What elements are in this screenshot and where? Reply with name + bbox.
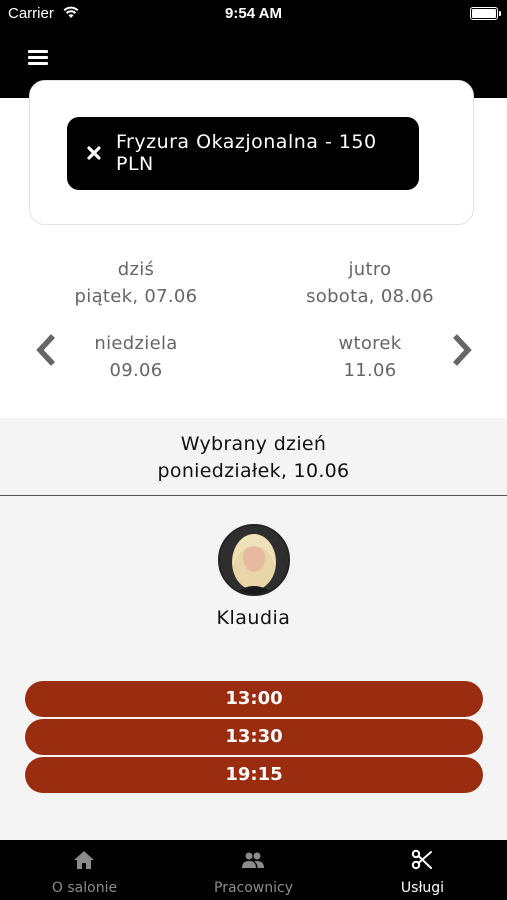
time-slot-button[interactable]: 19:15 <box>25 757 483 793</box>
day-date: sobota, 08.06 <box>306 286 434 307</box>
service-chip: Fryzura Okazjonalna - 150 PLN <box>67 117 419 190</box>
day-name: niedziela <box>94 333 178 354</box>
day-option-today[interactable]: dziś piątek, 07.06 <box>56 256 216 310</box>
day-name: wtorek <box>338 333 402 354</box>
avatar[interactable] <box>218 524 290 596</box>
tab-services[interactable]: Usługi <box>338 840 507 900</box>
clock: 9:54 AM <box>225 5 282 22</box>
menu-icon[interactable] <box>28 50 48 66</box>
tab-label: Pracownicy <box>214 880 293 896</box>
tab-label: O salonie <box>51 880 118 896</box>
remove-service-icon[interactable] <box>85 144 103 162</box>
selected-day-header: Wybrany dzień poniedziałek, 10.06 <box>0 418 507 496</box>
day-date: 09.06 <box>109 360 163 381</box>
battery-icon <box>470 7 501 20</box>
day-option-sunday[interactable]: niedziela 09.06 <box>56 330 216 384</box>
people-icon <box>242 852 264 868</box>
day-option-tomorrow[interactable]: jutro sobota, 08.06 <box>290 256 450 310</box>
staff-photo <box>220 526 288 594</box>
day-option-tuesday[interactable]: wtorek 11.06 <box>290 330 450 384</box>
tab-bar: O salonie Pracownicy Usługi <box>0 840 507 900</box>
time-slot-button[interactable]: 13:30 <box>25 719 483 755</box>
chevron-right-icon[interactable] <box>446 332 476 368</box>
service-label: Fryzura Okazjonalna - 150 PLN <box>116 131 377 175</box>
staff-name: Klaudia <box>216 607 291 629</box>
day-name: jutro <box>348 259 392 280</box>
tab-salon[interactable]: O salonie <box>0 840 169 900</box>
home-icon <box>74 851 94 869</box>
service-card: Fryzura Okazjonalna - 150 PLN <box>29 80 474 225</box>
tab-staff[interactable]: Pracownicy <box>169 840 338 900</box>
selected-day-value: poniedziałek, 10.06 <box>157 460 350 482</box>
booking-section: Wybrany dzień poniedziałek, 10.06 Klaudi… <box>0 418 507 840</box>
status-bar: Carrier 9:54 AM <box>0 0 507 30</box>
day-date: piątek, 07.06 <box>74 286 198 307</box>
day-date: 11.06 <box>343 360 397 381</box>
selected-day-heading: Wybrany dzień <box>180 433 327 455</box>
time-slot-button[interactable]: 13:00 <box>25 681 483 717</box>
tab-label: Usługi <box>400 880 445 896</box>
scissors-icon <box>411 849 432 870</box>
day-name: dziś <box>117 259 155 280</box>
